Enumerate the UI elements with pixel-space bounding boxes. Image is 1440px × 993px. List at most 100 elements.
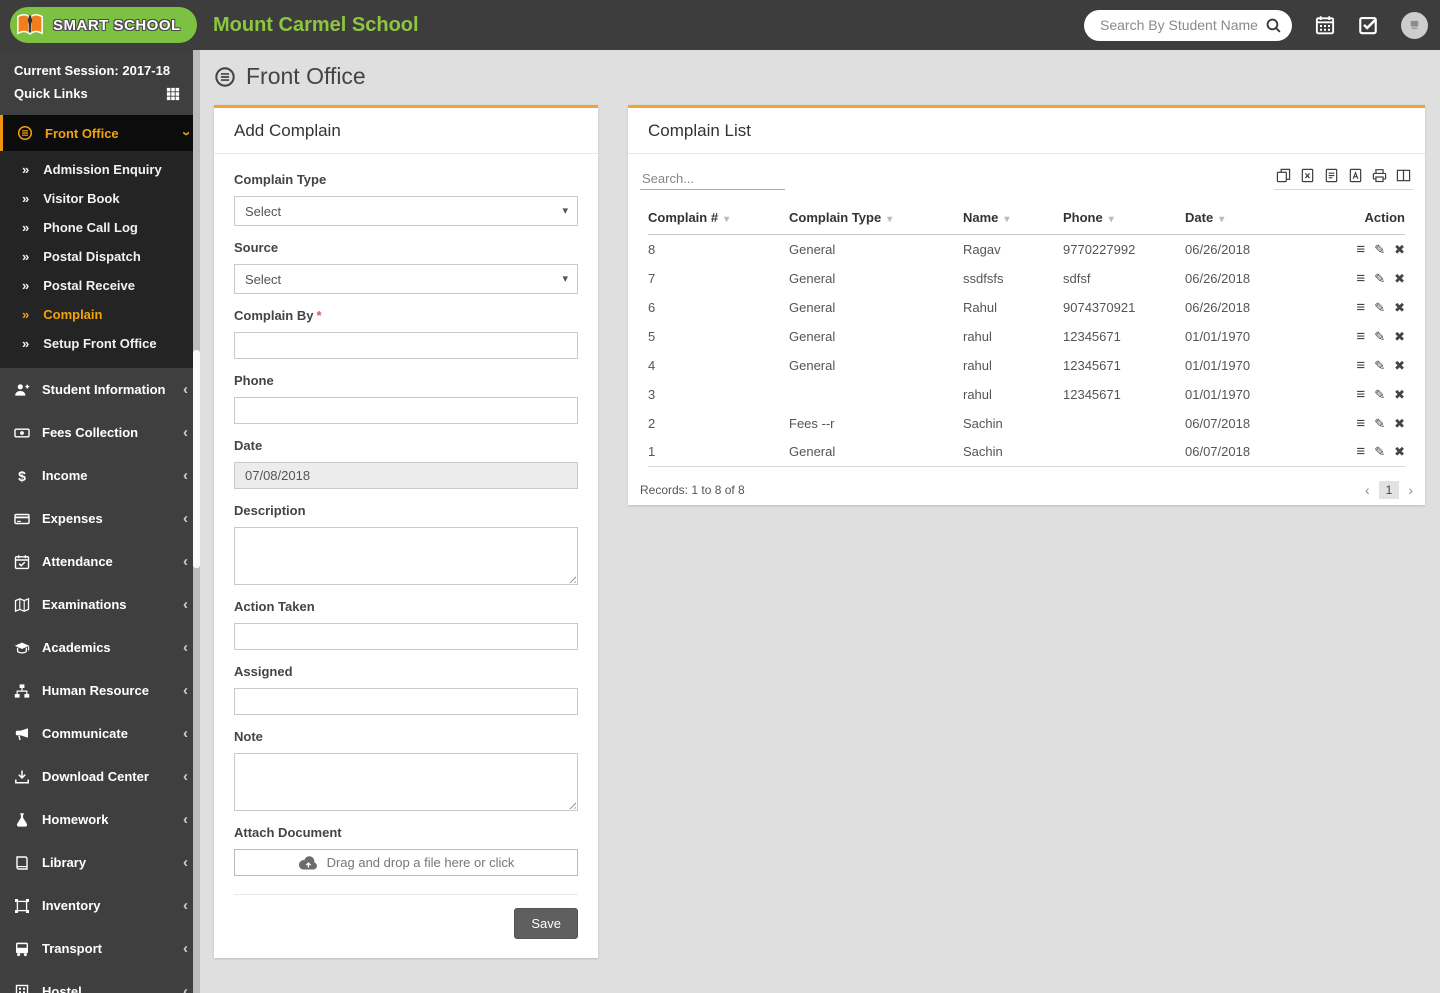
edit-icon[interactable]: ✎ xyxy=(1374,387,1385,403)
delete-icon[interactable]: ✖ xyxy=(1394,416,1405,432)
columns-icon[interactable] xyxy=(1396,168,1411,183)
homework-icon xyxy=(14,812,30,828)
edit-icon[interactable]: ✎ xyxy=(1374,416,1385,432)
submenu-item-label: Postal Receive xyxy=(43,278,136,293)
chevron-left-icon: ‹ xyxy=(183,940,188,957)
delete-icon[interactable]: ✖ xyxy=(1394,358,1405,374)
sidebar-item-hostel[interactable]: Hostel ‹ xyxy=(0,970,200,993)
user-avatar[interactable] xyxy=(1401,11,1428,39)
edit-icon[interactable]: ✎ xyxy=(1374,300,1385,316)
next-page-icon[interactable]: › xyxy=(1408,482,1413,498)
page-title-text: Front Office xyxy=(246,63,366,89)
search-icon[interactable] xyxy=(1265,17,1282,34)
submenu-item-postal-receive[interactable]: » Postal Receive xyxy=(0,271,200,300)
date-input[interactable] xyxy=(234,462,578,489)
cell-date: 06/26/2018 xyxy=(1185,241,1251,257)
sidebar-item-homework[interactable]: Homework ‹ xyxy=(0,798,200,841)
submenu-item-admission-enquiry[interactable]: » Admission Enquiry xyxy=(0,155,200,184)
sidebar-item-inventory[interactable]: Inventory ‹ xyxy=(0,884,200,927)
page-number-button[interactable]: 1 xyxy=(1378,481,1400,499)
assigned-input[interactable] xyxy=(234,688,578,715)
row-detail-icon[interactable]: ≡ xyxy=(1356,299,1365,316)
source-select[interactable]: Select ▾ xyxy=(234,264,578,294)
student-search-input[interactable] xyxy=(1100,17,1265,33)
pdf-icon[interactable] xyxy=(1348,168,1363,183)
column-header-name[interactable]: Name ▾ xyxy=(963,204,1063,235)
row-detail-icon[interactable]: ≡ xyxy=(1356,270,1365,287)
table-search-input[interactable] xyxy=(640,168,785,190)
row-detail-icon[interactable]: ≡ xyxy=(1356,443,1365,460)
sidebar-item-fees-collection[interactable]: Fees Collection ‹ xyxy=(0,411,200,454)
edit-icon[interactable]: ✎ xyxy=(1374,444,1385,460)
sidebar-item-expenses[interactable]: Expenses ‹ xyxy=(0,497,200,540)
delete-icon[interactable]: ✖ xyxy=(1394,444,1405,460)
sidebar-item-front-office[interactable]: Front Office ‹ xyxy=(0,115,200,151)
cell-actions: ≡ ✎ ✖ xyxy=(1315,322,1405,351)
save-button[interactable]: Save xyxy=(514,908,578,939)
note-textarea[interactable] xyxy=(234,753,578,811)
column-header-phone[interactable]: Phone ▾ xyxy=(1063,204,1185,235)
action-taken-input[interactable] xyxy=(234,623,578,650)
prev-page-icon[interactable]: ‹ xyxy=(1365,482,1370,498)
delete-icon[interactable]: ✖ xyxy=(1394,329,1405,345)
edit-icon[interactable]: ✎ xyxy=(1374,242,1385,258)
sidebar-item-student-information[interactable]: Student Information ‹ xyxy=(0,368,200,411)
sidebar-item-download-center[interactable]: Download Center ‹ xyxy=(0,755,200,798)
sidebar-item-human-resource[interactable]: Human Resource ‹ xyxy=(0,669,200,712)
cell-type: General xyxy=(789,270,836,286)
file-dropzone[interactable]: Drag and drop a file here or click xyxy=(234,849,578,876)
sidebar-item-academics[interactable]: Academics ‹ xyxy=(0,626,200,669)
sidebar-item-income[interactable]: $ Income ‹ xyxy=(0,454,200,497)
row-detail-icon[interactable]: ≡ xyxy=(1356,241,1365,258)
communicate-icon xyxy=(14,726,30,742)
quick-links-grid-icon[interactable] xyxy=(166,87,180,101)
phone-input[interactable] xyxy=(234,397,578,424)
submenu-item-visitor-book[interactable]: » Visitor Book xyxy=(0,184,200,213)
description-textarea[interactable] xyxy=(234,527,578,585)
print-icon[interactable] xyxy=(1372,168,1387,183)
delete-icon[interactable]: ✖ xyxy=(1394,387,1405,403)
submenu-item-complain[interactable]: » Complain xyxy=(0,300,200,329)
submenu-item-label: Setup Front Office xyxy=(43,336,157,351)
student-search-box[interactable] xyxy=(1084,9,1292,41)
select-arrow-icon: ▾ xyxy=(562,205,568,217)
sidebar-scrollbar-track[interactable] xyxy=(193,50,200,993)
sidebar-item-label: Front Office xyxy=(45,125,119,141)
text-file-icon[interactable] xyxy=(1324,168,1339,183)
sidebar-item-library[interactable]: Library ‹ xyxy=(0,841,200,884)
cell-actions: ≡ ✎ ✖ xyxy=(1315,293,1405,322)
sidebar-item-communicate[interactable]: Communicate ‹ xyxy=(0,712,200,755)
submenu-item-phone-call-log[interactable]: » Phone Call Log xyxy=(0,213,200,242)
submenu-item-setup-front-office[interactable]: » Setup Front Office xyxy=(0,329,200,358)
excel-icon[interactable] xyxy=(1300,168,1315,183)
sort-arrow-icon: ▾ xyxy=(1004,214,1010,225)
row-detail-icon[interactable]: ≡ xyxy=(1356,386,1365,403)
calendar-icon[interactable] xyxy=(1315,15,1335,35)
complain-type-select[interactable]: Select ▾ xyxy=(234,196,578,226)
copy-icon[interactable] xyxy=(1276,168,1291,183)
row-detail-icon[interactable]: ≡ xyxy=(1356,328,1365,345)
app-logo[interactable]: SMART SCHOOL xyxy=(10,7,197,43)
sidebar-item-transport[interactable]: Transport ‹ xyxy=(0,927,200,970)
delete-icon[interactable]: ✖ xyxy=(1394,300,1405,316)
delete-icon[interactable]: ✖ xyxy=(1394,271,1405,287)
complain-by-input[interactable] xyxy=(234,332,578,359)
row-detail-icon[interactable]: ≡ xyxy=(1356,357,1365,374)
column-header-complain-[interactable]: Complain # ▾ xyxy=(648,204,789,235)
edit-icon[interactable]: ✎ xyxy=(1374,358,1385,374)
sidebar-item-examinations[interactable]: Examinations ‹ xyxy=(0,583,200,626)
column-header-complain-type[interactable]: Complain Type ▾ xyxy=(789,204,963,235)
tasks-icon[interactable] xyxy=(1358,15,1378,35)
column-header-date[interactable]: Date ▾ xyxy=(1185,204,1315,235)
edit-icon[interactable]: ✎ xyxy=(1374,329,1385,345)
sidebar-item-label: Library xyxy=(42,855,87,870)
sidebar-item-attendance[interactable]: Attendance ‹ xyxy=(0,540,200,583)
sidebar-scrollbar-thumb[interactable] xyxy=(193,350,200,568)
delete-icon[interactable]: ✖ xyxy=(1394,242,1405,258)
chevron-left-icon: ‹ xyxy=(183,811,188,828)
complain-by-label: Complain By * xyxy=(234,308,322,323)
avatar-emblem-icon xyxy=(1410,20,1419,29)
row-detail-icon[interactable]: ≡ xyxy=(1356,415,1365,432)
edit-icon[interactable]: ✎ xyxy=(1374,271,1385,287)
submenu-item-postal-dispatch[interactable]: » Postal Dispatch xyxy=(0,242,200,271)
